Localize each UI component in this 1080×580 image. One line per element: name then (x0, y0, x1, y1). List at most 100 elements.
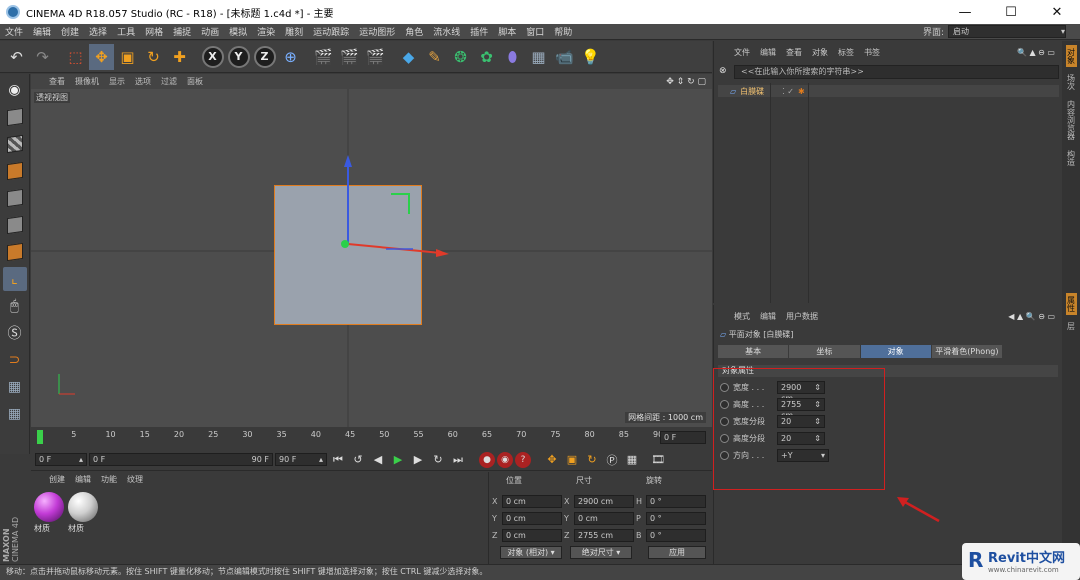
rotate-tool-button[interactable]: ↻ (141, 44, 166, 70)
render-picture-viewer-button[interactable]: 🎬 (337, 44, 362, 70)
close-search-icon[interactable]: ⊗ (719, 66, 727, 76)
material-menu-edit[interactable]: 编辑 (75, 474, 91, 485)
size-y-field[interactable]: 0 cm (574, 511, 634, 525)
prev-key-button[interactable]: ↺ (349, 451, 367, 469)
menu-sculpt[interactable]: 雕刻 (280, 25, 308, 38)
texture-mode-button[interactable] (3, 132, 27, 156)
record-key-button[interactable]: ● (479, 451, 495, 468)
position-y-field[interactable]: 0 cm (502, 511, 562, 525)
menu-script[interactable]: 脚本 (493, 25, 521, 38)
render-settings-button[interactable]: 🎬 (363, 44, 388, 70)
edges-mode-button[interactable] (3, 213, 27, 237)
magnet-button[interactable]: ⊃ (3, 348, 27, 372)
layout-select[interactable]: 启动 ▾ (948, 25, 1066, 38)
timeline[interactable]: 051015202530354045505560657075808590 0 F (31, 428, 712, 448)
next-key-button[interactable]: ↻ (429, 451, 447, 469)
cube-object-button[interactable]: ◆ (396, 44, 421, 70)
current-frame-field[interactable]: 0 F (660, 431, 706, 444)
material-menu-function[interactable]: 功能 (101, 474, 117, 485)
tab-coord[interactable]: 坐标 (789, 345, 860, 358)
tab-object[interactable]: 对象 (860, 345, 931, 358)
position-z-field[interactable]: 0 cm (502, 528, 562, 542)
om-menu-bookmarks[interactable]: 书签 (864, 47, 880, 58)
am-nav-icon[interactable]: ◀ ▲ 🔍 ⊖ ▭ (1008, 312, 1063, 321)
size-z-field[interactable]: 2755 cm (574, 528, 634, 542)
material-menu-create[interactable]: 创建 (49, 474, 65, 485)
om-menu-view[interactable]: 查看 (786, 47, 802, 58)
object-search-input[interactable]: <<在此输入你所搜索的字符串>> (734, 65, 1059, 79)
locked-workplane-button[interactable]: ▦ (3, 402, 27, 426)
material-swatch-white[interactable]: 材质 (68, 492, 100, 533)
om-menu-objects[interactable]: 对象 (812, 47, 828, 58)
key-param-button[interactable]: Ⓟ (603, 451, 621, 469)
coordinate-system-button[interactable]: ⊕ (278, 44, 303, 70)
menu-animate[interactable]: 动画 (196, 25, 224, 38)
size-x-field[interactable]: 2900 cm (574, 494, 634, 508)
am-menu-mode[interactable]: 模式 (734, 311, 750, 322)
light-button[interactable]: 💡 (578, 44, 603, 70)
menu-motion-tracker[interactable]: 运动跟踪 (308, 25, 354, 38)
material-tag-icon[interactable]: ✱ (798, 87, 805, 96)
perspective-viewport[interactable]: 透视视图 网格间距 : 1000 cm (31, 89, 712, 427)
polygons-mode-button[interactable] (3, 240, 27, 264)
menu-window[interactable]: 窗口 (521, 25, 549, 38)
minimize-button[interactable]: — (942, 5, 988, 20)
autokey-button[interactable]: ◉ (497, 451, 513, 468)
floor-button[interactable]: ▦ (526, 44, 551, 70)
close-button[interactable]: ✕ (1034, 5, 1080, 20)
visibility-toggle-icon[interactable]: ⁚ ✓ (782, 87, 794, 96)
rotation-p-field[interactable]: 0 ° (646, 511, 706, 525)
am-menu-edit[interactable]: 编辑 (760, 311, 776, 322)
play-button[interactable]: ▶ (389, 451, 407, 469)
strip-tab-content-browser[interactable]: 内容浏览器 (1066, 97, 1077, 143)
viewport-menu-options[interactable]: 选项 (135, 76, 151, 87)
render-view-button[interactable]: 🎬 (311, 44, 336, 70)
menu-mesh[interactable]: 网格 (140, 25, 168, 38)
menu-snap[interactable]: 捕捉 (168, 25, 196, 38)
viewport-menu-panel[interactable]: 面板 (187, 76, 203, 87)
points-mode-button[interactable] (3, 186, 27, 210)
menu-tools[interactable]: 工具 (112, 25, 140, 38)
subdivision-button[interactable]: ❂ (448, 44, 473, 70)
viewport-menu-display[interactable]: 显示 (109, 76, 125, 87)
key-scale-button[interactable]: ▣ (563, 451, 581, 469)
om-menu-edit[interactable]: 编辑 (760, 47, 776, 58)
apply-button[interactable]: 应用 (648, 546, 706, 559)
menu-file[interactable]: 文件 (0, 25, 28, 38)
coord-mode-select[interactable]: 对象 (相对) ▾ (500, 546, 562, 559)
viewport-menu-camera[interactable]: 摄像机 (75, 76, 99, 87)
strip-tab-structure[interactable]: 构造 (1066, 147, 1077, 169)
key-rotation-button[interactable]: ↻ (583, 451, 601, 469)
next-frame-button[interactable]: ▶ (409, 451, 427, 469)
x-axis-button[interactable]: X (200, 44, 225, 70)
go-to-end-button[interactable]: ⏭ (449, 451, 467, 469)
menu-plugins[interactable]: 插件 (465, 25, 493, 38)
camera-button[interactable]: 📹 (552, 44, 577, 70)
timeline-playhead[interactable] (37, 430, 43, 444)
menu-help[interactable]: 帮助 (549, 25, 577, 38)
am-menu-userdata[interactable]: 用户数据 (786, 311, 818, 322)
material-swatch-purple[interactable]: 材质 (34, 492, 66, 533)
size-mode-select[interactable]: 绝对尺寸 ▾ (570, 546, 632, 559)
end-frame-field[interactable]: 90 F ▴ (275, 453, 327, 466)
tab-phong[interactable]: 平滑着色(Phong) (931, 345, 1002, 358)
go-to-start-button[interactable]: ⏮ (329, 451, 347, 469)
start-frame-field[interactable]: 0 F ▴ (35, 453, 87, 466)
y-axis-button[interactable]: Y (226, 44, 251, 70)
key-pla-button[interactable]: ▦ (623, 451, 641, 469)
pen-spline-button[interactable]: ✎ (422, 44, 447, 70)
position-x-field[interactable]: 0 cm (502, 494, 562, 508)
model-mode-button[interactable] (3, 105, 27, 129)
scale-tool-button[interactable]: ▣ (115, 44, 140, 70)
menu-select[interactable]: 选择 (84, 25, 112, 38)
om-menu-file[interactable]: 文件 (734, 47, 750, 58)
undo-button[interactable]: ↶ (4, 44, 29, 70)
strip-tab-objects[interactable]: 对象 (1065, 45, 1077, 67)
timeline-window-button[interactable]: 🎞 (649, 451, 667, 469)
move-gizmo[interactable] (31, 89, 712, 427)
tab-basic[interactable]: 基本 (718, 345, 789, 358)
rotation-b-field[interactable]: 0 ° (646, 528, 706, 542)
key-position-button[interactable]: ✥ (543, 451, 561, 469)
prev-frame-button[interactable]: ◀ (369, 451, 387, 469)
axis-mode-button[interactable]: ⌞ (2, 267, 27, 291)
